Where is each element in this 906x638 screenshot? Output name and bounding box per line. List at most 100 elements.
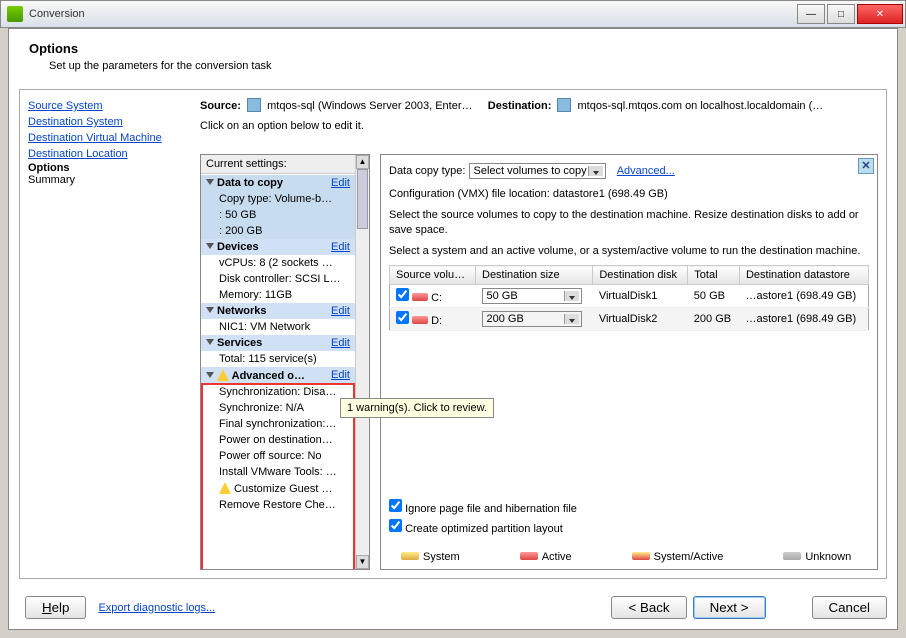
settings-item[interactable]: Disk controller: SCSI L… bbox=[201, 271, 355, 287]
settings-item[interactable]: NIC1: VM Network bbox=[201, 319, 355, 335]
window-title: Conversion bbox=[29, 8, 797, 20]
page-header: Options Set up the parameters for the co… bbox=[9, 29, 897, 80]
settings-item[interactable]: vCPUs: 8 (2 sockets … bbox=[201, 255, 355, 271]
source-icon bbox=[247, 98, 261, 112]
edit-link[interactable]: Edit bbox=[331, 337, 350, 349]
legend-active: Active bbox=[520, 551, 572, 563]
nav-item[interactable]: Source System bbox=[28, 98, 190, 114]
column-header[interactable]: Source volu… bbox=[390, 266, 476, 285]
footer: Help Export diagnostic logs... < Back Ne… bbox=[19, 596, 887, 619]
settings-section-header[interactable]: DevicesEdit bbox=[201, 239, 355, 255]
data-copy-type-label: Data copy type: bbox=[389, 165, 465, 177]
destination-datastore: …astore1 (698.49 GB) bbox=[739, 308, 868, 331]
back-button[interactable]: < Back bbox=[611, 596, 686, 619]
ignore-pagefile-checkbox[interactable]: Ignore page file and hibernation file bbox=[389, 499, 577, 515]
source-label: Source: bbox=[200, 100, 241, 112]
minimize-button[interactable]: — bbox=[797, 4, 825, 24]
settings-item[interactable]: : 200 GB bbox=[201, 223, 355, 239]
scroll-thumb[interactable] bbox=[357, 169, 368, 229]
volumes-table: Source volu…Destination sizeDestination … bbox=[389, 265, 869, 331]
detail-pane: ✕ Data copy type: Select volumes to copy… bbox=[380, 154, 878, 570]
maximize-button[interactable]: □ bbox=[827, 4, 855, 24]
destination-size-combo[interactable]: 50 GB bbox=[482, 288, 582, 304]
settings-section-header[interactable]: Data to copyEdit bbox=[201, 175, 355, 191]
column-header[interactable]: Total bbox=[688, 266, 740, 285]
close-button[interactable]: ✕ bbox=[857, 4, 903, 24]
scroll-up-icon[interactable]: ▲ bbox=[356, 155, 369, 169]
legend: System Active System/Active Unknown bbox=[401, 551, 857, 563]
data-copy-type-row: Data copy type: Select volumes to copy A… bbox=[389, 163, 869, 179]
export-logs-link[interactable]: Export diagnostic logs... bbox=[98, 602, 215, 614]
warning-tooltip[interactable]: 1 warning(s). Click to review. bbox=[340, 398, 494, 418]
destination-size-combo[interactable]: 200 GB bbox=[482, 311, 582, 327]
settings-section-header[interactable]: ServicesEdit bbox=[201, 335, 355, 351]
detail-close-button[interactable]: ✕ bbox=[858, 158, 874, 174]
settings-item[interactable]: Power off source: No bbox=[201, 448, 355, 464]
settings-item[interactable]: : 50 GB bbox=[201, 207, 355, 223]
destination-datastore: …astore1 (698.49 GB) bbox=[739, 285, 868, 308]
optimized-layout-checkbox[interactable]: Create optimized partition layout bbox=[389, 519, 577, 535]
content-panel: Source: mtqos-sql (Windows Server 2003, … bbox=[200, 98, 878, 570]
page-title: Options bbox=[29, 41, 877, 56]
app-icon bbox=[7, 6, 23, 22]
titlebar: Conversion — □ ✕ bbox=[0, 0, 906, 28]
help-button[interactable]: Help bbox=[25, 596, 86, 619]
scroll-down-icon[interactable]: ▼ bbox=[356, 555, 369, 569]
total-size: 50 GB bbox=[688, 285, 740, 308]
settings-item[interactable]: Final synchronization:… bbox=[201, 416, 355, 432]
cancel-button[interactable]: Cancel bbox=[812, 596, 888, 619]
options-checkboxes: Ignore page file and hibernation file Cr… bbox=[389, 499, 577, 539]
desc-2: Select a system and an active volume, or… bbox=[389, 244, 869, 259]
source-value: mtqos-sql (Windows Server 2003, Enter… bbox=[267, 100, 472, 112]
source-dest-row: Source: mtqos-sql (Windows Server 2003, … bbox=[200, 98, 878, 112]
click-hint: Click on an option below to edit it. bbox=[200, 120, 878, 132]
settings-section-header[interactable]: Advanced o…Edit bbox=[201, 367, 355, 384]
column-header[interactable]: Destination disk bbox=[593, 266, 688, 285]
settings-item[interactable]: Remove Restore Che… bbox=[201, 497, 355, 513]
next-button[interactable]: Next > bbox=[693, 596, 766, 619]
settings-item[interactable]: Synchronize: N/A bbox=[201, 400, 355, 416]
nav-item: Options bbox=[28, 162, 190, 174]
wizard-nav: Source SystemDestination SystemDestinati… bbox=[28, 98, 190, 186]
total-size: 200 GB bbox=[688, 308, 740, 331]
desc-1: Select the source volumes to copy to the… bbox=[389, 208, 869, 238]
disk-icon bbox=[412, 293, 428, 301]
settings-item[interactable]: Copy type: Volume-b… bbox=[201, 191, 355, 207]
legend-unknown: Unknown bbox=[783, 551, 851, 563]
settings-list[interactable]: Data to copyEditCopy type: Volume-b…: 50… bbox=[201, 175, 355, 569]
edit-link[interactable]: Edit bbox=[331, 369, 350, 382]
edit-link[interactable]: Edit bbox=[331, 241, 350, 253]
data-copy-type-combo[interactable]: Select volumes to copy bbox=[469, 163, 606, 179]
destination-icon bbox=[557, 98, 571, 112]
main-panel: Source SystemDestination SystemDestinati… bbox=[19, 89, 887, 579]
table-row: D:200 GBVirtualDisk2200 GB…astore1 (698.… bbox=[390, 308, 869, 331]
table-row: C:50 GBVirtualDisk150 GB…astore1 (698.49… bbox=[390, 285, 869, 308]
settings-item[interactable]: Total: 115 service(s) bbox=[201, 351, 355, 367]
destination-disk: VirtualDisk2 bbox=[593, 308, 688, 331]
nav-item[interactable]: Destination Virtual Machine bbox=[28, 130, 190, 146]
column-header[interactable]: Destination datastore bbox=[739, 266, 868, 285]
settings-section-header[interactable]: NetworksEdit bbox=[201, 303, 355, 319]
disk-icon bbox=[412, 316, 428, 324]
settings-item[interactable]: Install VMware Tools: … bbox=[201, 464, 355, 480]
nav-item[interactable]: Destination Location bbox=[28, 146, 190, 162]
settings-item[interactable]: Synchronization: Disa… bbox=[201, 384, 355, 400]
advanced-link[interactable]: Advanced... bbox=[617, 165, 675, 177]
page-subtitle: Set up the parameters for the conversion… bbox=[49, 60, 877, 72]
edit-link[interactable]: Edit bbox=[331, 177, 350, 189]
legend-system-active: System/Active bbox=[632, 551, 724, 563]
settings-scrollbar[interactable]: ▲ ▼ bbox=[355, 155, 369, 569]
volume-checkbox[interactable] bbox=[396, 311, 409, 324]
settings-item[interactable]: Power on destination… bbox=[201, 432, 355, 448]
nav-item[interactable]: Destination System bbox=[28, 114, 190, 130]
edit-link[interactable]: Edit bbox=[331, 305, 350, 317]
destination-value: mtqos-sql.mtqos.com on localhost.localdo… bbox=[577, 100, 823, 112]
nav-item: Summary bbox=[28, 174, 190, 186]
volume-checkbox[interactable] bbox=[396, 288, 409, 301]
legend-system: System bbox=[401, 551, 460, 563]
settings-item[interactable]: Customize Guest … bbox=[201, 480, 355, 497]
settings-tree: Current settings: Data to copyEditCopy t… bbox=[200, 154, 370, 570]
settings-item[interactable]: Memory: 11GB bbox=[201, 287, 355, 303]
column-header[interactable]: Destination size bbox=[476, 266, 593, 285]
settings-header: Current settings: bbox=[201, 155, 369, 174]
